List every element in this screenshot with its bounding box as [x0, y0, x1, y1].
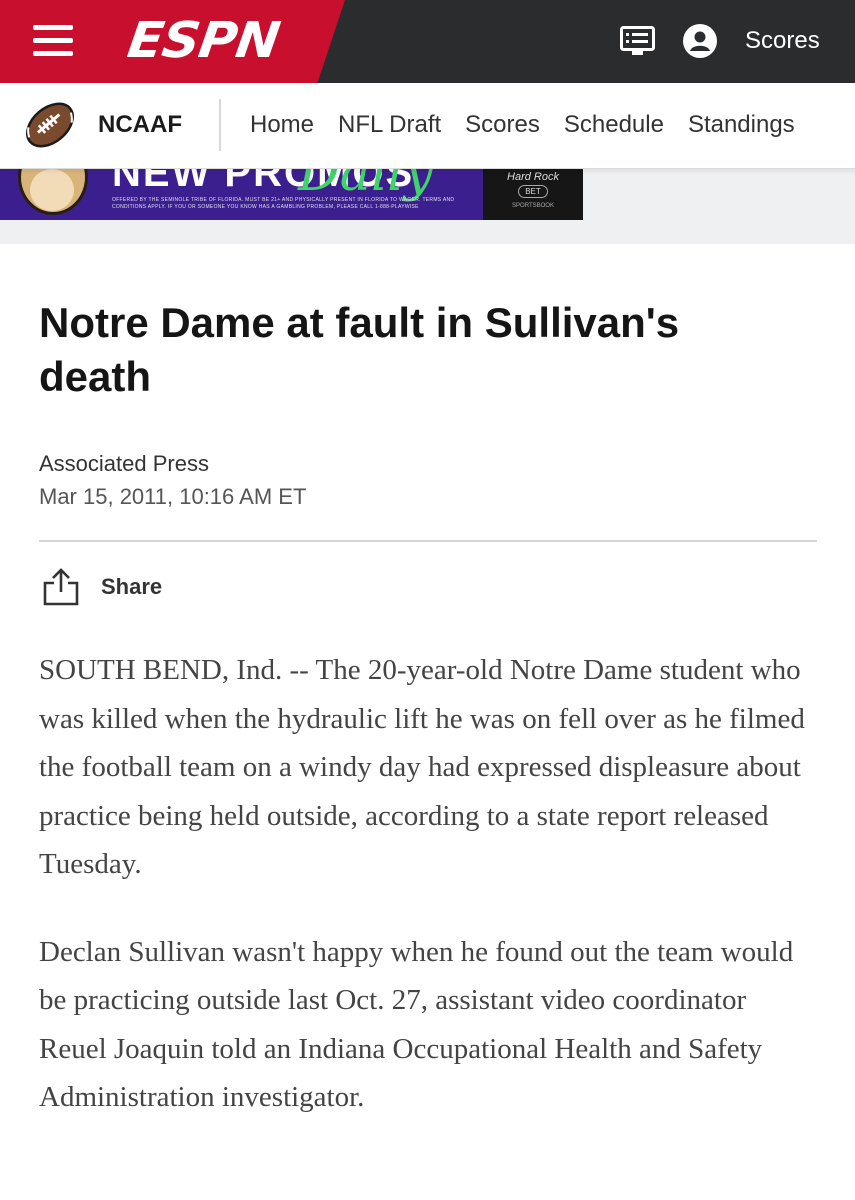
share-icon [43, 568, 79, 606]
ad-brand-logo: Hard Rock BET SPORTSBOOK [483, 169, 583, 220]
article-paragraph: SOUTH BEND, Ind. -- The 20-year-old Notr… [39, 654, 805, 880]
article-paragraph: Declan Sullivan wasn't happy when he fou… [39, 935, 794, 1114]
subnav-divider [219, 99, 221, 151]
scores-link[interactable]: Scores [745, 24, 820, 58]
top-navigation-bar: ESPN Scores [0, 0, 855, 83]
user-icon[interactable] [683, 24, 717, 58]
sportsbook-ad-banner[interactable]: NEW PROMOS Daily OFFERED BY THE SEMINOLE… [0, 169, 583, 220]
espn-logo[interactable]: ESPN [124, 13, 291, 70]
article-divider [39, 540, 817, 542]
ad-mascot-face [30, 169, 74, 211]
share-label: Share [101, 574, 163, 599]
football-icon[interactable] [22, 97, 78, 153]
news-feed-icon[interactable] [620, 26, 655, 56]
ad-brand-bet: BET [518, 185, 548, 198]
league-title[interactable]: NCAAF [98, 110, 182, 140]
nav-item-nfl-draft[interactable]: NFL Draft [338, 110, 441, 140]
article-timestamp: Mar 15, 2011, 10:16 AM ET [39, 484, 307, 509]
nav-item-scores[interactable]: Scores [465, 110, 540, 140]
ad-brand-name: Hard Rock [507, 171, 559, 183]
ad-fine-print: OFFERED BY THE SEMINOLE TRIBE OF FLORIDA… [112, 197, 455, 210]
league-subnav: NCAAF Home NFL Draft Scores Schedule Standin… [0, 83, 855, 169]
menu-icon[interactable] [33, 25, 73, 57]
article-headline: Notre Dame at fault in Sullivan's death [39, 299, 680, 400]
ad-brand-sportsbook: SPORTSBOOK [512, 203, 554, 209]
subnav-items: Home NFL Draft Scores Schedule Standings [250, 110, 819, 140]
article-byline: Associated Press [39, 451, 209, 476]
nav-item-schedule[interactable]: Schedule [564, 110, 664, 140]
nav-item-standings[interactable]: Standings [688, 110, 795, 140]
nav-item-home[interactable]: Home [250, 110, 314, 140]
article-body: SOUTH BEND, Ind. -- The 20-year-old Notr… [39, 646, 819, 1161]
